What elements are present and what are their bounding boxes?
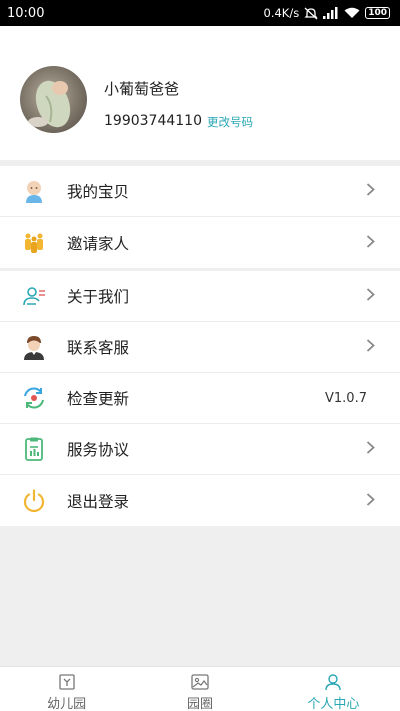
menu-label: 联系客服	[67, 339, 130, 357]
tab-label: 幼儿园	[47, 697, 87, 711]
status-bar: 10:00 0.4K/s 100	[0, 0, 400, 26]
status-time: 10:00	[7, 5, 45, 21]
status-indicators: 0.4K/s 100	[263, 6, 390, 20]
profile-header: 小葡萄爸爸 19903744110 更改号码	[0, 26, 400, 160]
battery-icon: 100	[365, 7, 390, 19]
image-icon	[190, 673, 210, 691]
menu-group-settings: 关于我们 联系客服 检查更新 V1.0.7 服务协议 退出登录	[0, 271, 400, 526]
chevron-right-icon	[366, 233, 375, 252]
change-phone-link[interactable]: 更改号码	[207, 114, 253, 130]
avatar[interactable]	[20, 66, 87, 133]
family-icon	[21, 230, 47, 256]
menu-item-check-update[interactable]: 检查更新 V1.0.7	[0, 373, 400, 424]
chevron-right-icon	[366, 182, 375, 201]
customer-service-icon	[21, 334, 47, 360]
tab-kindergarten[interactable]: 幼儿园	[0, 667, 133, 711]
menu-item-contact-support[interactable]: 联系客服	[0, 322, 400, 373]
power-icon	[21, 488, 47, 514]
menu-label: 我的宝贝	[67, 183, 130, 201]
menu-item-invite-family[interactable]: 邀请家人	[0, 217, 400, 268]
app-version: V1.0.7	[325, 390, 367, 406]
person-icon	[323, 673, 343, 691]
update-icon	[21, 385, 47, 411]
wifi-icon	[344, 7, 360, 19]
tab-circle[interactable]: 园圈	[133, 667, 266, 711]
menu-item-about-us[interactable]: 关于我们	[0, 271, 400, 322]
chevron-right-icon	[366, 440, 375, 459]
mute-icon	[304, 7, 318, 20]
menu-label: 退出登录	[67, 492, 130, 511]
menu-item-logout[interactable]: 退出登录	[0, 475, 400, 526]
network-speed: 0.4K/s	[263, 6, 300, 20]
menu-item-my-baby[interactable]: 我的宝贝	[0, 166, 400, 217]
baby-icon	[21, 178, 47, 204]
menu-group-family: 我的宝贝 邀请家人	[0, 166, 400, 268]
user-name: 小葡萄爸爸	[104, 80, 180, 98]
tab-label: 个人中心	[307, 697, 360, 711]
menu-label: 检查更新	[67, 390, 130, 408]
tab-personal-center[interactable]: 个人中心	[267, 667, 400, 711]
agreement-icon	[21, 436, 47, 462]
tab-label: 园圈	[186, 697, 213, 711]
menu-item-service-agreement[interactable]: 服务协议	[0, 424, 400, 475]
signal-icon	[323, 7, 339, 19]
chevron-right-icon	[366, 338, 375, 357]
kindergarten-icon	[57, 673, 77, 691]
menu-label: 服务协议	[67, 441, 130, 459]
phone-number: 19903744110	[104, 113, 202, 129]
menu-label: 关于我们	[67, 288, 130, 306]
menu-label: 邀请家人	[67, 234, 130, 253]
about-icon	[21, 283, 47, 309]
bottom-tab-bar: 幼儿园 园圈 个人中心	[0, 666, 400, 711]
chevron-right-icon	[366, 491, 375, 510]
chevron-right-icon	[366, 287, 375, 306]
